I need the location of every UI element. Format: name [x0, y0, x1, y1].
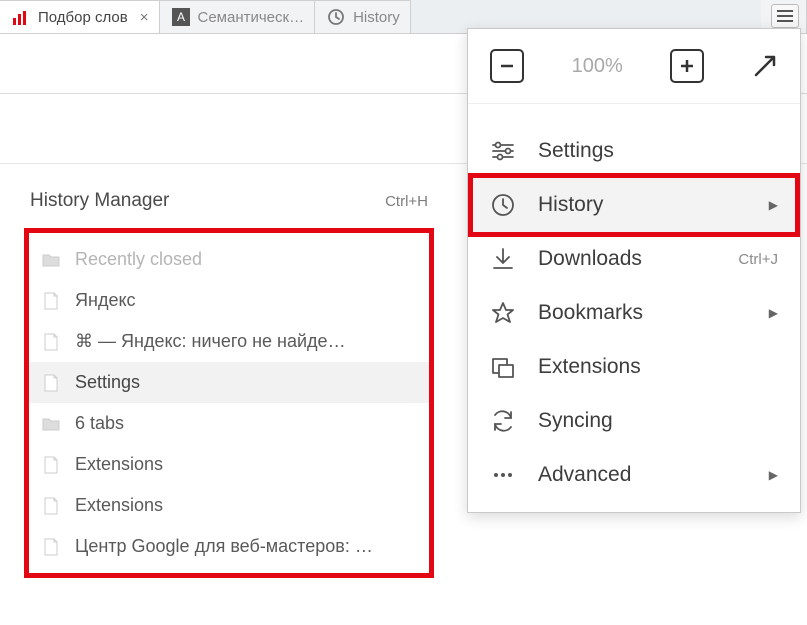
history-item-label: 6 tabs	[75, 413, 124, 434]
zoom-row: 100%	[468, 29, 800, 104]
chevron-right-icon: ▶	[769, 198, 778, 212]
history-item[interactable]: 6 tabs	[29, 403, 429, 444]
svg-text:А: А	[176, 10, 184, 24]
page-icon	[41, 291, 61, 311]
history-shortcut: Ctrl+H	[385, 193, 428, 210]
dots-icon	[490, 462, 516, 488]
zoom-out-button[interactable]	[490, 49, 524, 83]
tab-label: History	[353, 9, 400, 26]
history-item-label: Extensions	[75, 454, 163, 475]
history-item-label: Extensions	[75, 495, 163, 516]
page-icon	[41, 496, 61, 516]
bars-icon	[12, 8, 30, 26]
menu-item-label: Extensions	[538, 355, 641, 379]
star-icon	[490, 300, 516, 326]
history-item-label: Яндекс	[75, 290, 136, 311]
tab-label: Подбор слов	[38, 9, 128, 26]
history-item[interactable]: Центр Google для веб-мастеров: …	[29, 526, 429, 567]
menu-item-label: Advanced	[538, 463, 631, 487]
menu-item-label: Bookmarks	[538, 301, 643, 325]
history-item[interactable]: Recently closed	[29, 239, 429, 280]
folder-icon	[41, 414, 61, 434]
history-item[interactable]: Яндекс	[29, 280, 429, 321]
menu-item-extensions[interactable]: Extensions	[468, 340, 800, 394]
page-icon	[41, 537, 61, 557]
history-item-label: Центр Google для веб-мастеров: …	[75, 536, 373, 557]
tab-label: Семантическ…	[198, 9, 305, 26]
menu-item-syncing[interactable]: Syncing	[468, 394, 800, 448]
extensions-icon	[490, 354, 516, 380]
chevron-right-icon: ▶	[769, 468, 778, 482]
chevron-right-icon: ▶	[769, 306, 778, 320]
clock-icon	[327, 8, 345, 26]
sliders-icon	[490, 138, 516, 164]
zoom-in-button[interactable]	[670, 49, 704, 83]
clock-icon	[490, 192, 516, 218]
history-item-label: ⌘ — Яндекс: ничего не найде…	[75, 331, 346, 352]
menu-item-label: Syncing	[538, 409, 613, 433]
history-list: Recently closed Яндекс ⌘ — Яндекс: ничего …	[24, 228, 434, 578]
history-item-label: Recently closed	[75, 249, 202, 270]
zoom-level: 100%	[572, 55, 623, 78]
menu-item-label: Downloads	[538, 247, 642, 271]
menu-items: Settings History ▶ Downloads Ctrl+J Bookmarks…	[468, 104, 800, 502]
history-item-label: Settings	[75, 372, 140, 393]
menu-item-bookmarks[interactable]: Bookmarks ▶	[468, 286, 800, 340]
history-item[interactable]: Extensions	[29, 485, 429, 526]
download-icon	[490, 246, 516, 272]
close-icon[interactable]: ×	[140, 9, 149, 26]
menu-button[interactable]	[771, 4, 799, 28]
page-icon	[41, 455, 61, 475]
tab-semantic[interactable]: А Семантическ…	[160, 0, 316, 33]
main-menu: 100% Settings History ▶ Downloads Ctrl+J Book…	[467, 28, 801, 513]
history-item[interactable]: ⌘ — Яндекс: ничего не найде…	[29, 321, 429, 362]
history-header[interactable]: History Manager Ctrl+H	[24, 190, 434, 228]
menu-item-history[interactable]: History ▶	[468, 173, 800, 237]
menu-item-label: History	[538, 193, 603, 217]
letter-a-icon: А	[172, 8, 190, 26]
page-icon	[41, 332, 61, 352]
tab-wordstat[interactable]: Подбор слов ×	[0, 0, 160, 33]
history-item[interactable]: Settings	[29, 362, 429, 403]
menu-item-downloads[interactable]: Downloads Ctrl+J	[468, 232, 800, 286]
menu-item-settings[interactable]: Settings	[468, 124, 800, 178]
menu-item-advanced[interactable]: Advanced ▶	[468, 448, 800, 502]
shortcut-label: Ctrl+J	[738, 251, 778, 268]
fullscreen-button[interactable]	[752, 53, 778, 79]
tab-history[interactable]: History	[315, 0, 411, 33]
history-title: History Manager	[30, 190, 169, 212]
sync-icon	[490, 408, 516, 434]
menu-item-label: Settings	[538, 139, 614, 163]
page-icon	[41, 373, 61, 393]
folder-icon	[41, 250, 61, 270]
history-item[interactable]: Extensions	[29, 444, 429, 485]
history-panel: History Manager Ctrl+H Recently closed Ян…	[24, 190, 434, 578]
